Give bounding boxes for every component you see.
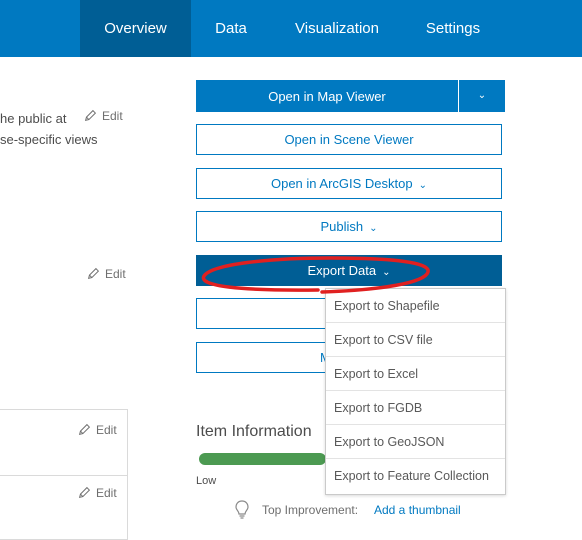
description-text-line2: se-specific views [0, 132, 98, 147]
menu-item-export-csv[interactable]: Export to CSV file [326, 323, 505, 357]
menu-item-export-shapefile[interactable]: Export to Shapefile [326, 289, 505, 323]
item-information-progress-bar [199, 453, 326, 465]
export-data-button[interactable]: Export Data ⌄ [196, 255, 502, 286]
chevron-down-icon: ⌄ [418, 180, 427, 191]
publish-label: Publish [320, 219, 364, 234]
edit-label: Edit [102, 109, 123, 123]
chevron-down-icon: ⌄ [369, 223, 378, 234]
edit-label: Edit [105, 267, 126, 281]
edit-section-button[interactable]: Edit [87, 267, 126, 281]
tab-settings[interactable]: Settings [413, 0, 493, 57]
tab-data[interactable]: Data [201, 0, 261, 57]
item-information-level: Low [196, 475, 217, 487]
pencil-icon [78, 423, 91, 436]
chevron-down-icon: ⌄ [382, 267, 391, 278]
menu-item-export-feature-collection[interactable]: Export to Feature Collection [326, 459, 505, 493]
map-viewer-dropdown-toggle[interactable]: ⌄ [458, 80, 505, 112]
open-in-scene-viewer-button[interactable]: Open in Scene Viewer [196, 124, 502, 155]
export-data-menu: Export to Shapefile Export to CSV file E… [325, 288, 506, 495]
tab-visualization[interactable]: Visualization [284, 0, 390, 57]
left-card-2: Edit [0, 475, 128, 540]
top-improvement-label: Top Improvement: [262, 503, 359, 517]
menu-item-export-excel[interactable]: Export to Excel [326, 357, 505, 391]
open-in-map-viewer-button[interactable]: Open in Map Viewer [196, 80, 458, 112]
edit-label: Edit [96, 486, 117, 500]
chevron-down-icon: ⌄ [477, 90, 487, 101]
pencil-icon [84, 109, 97, 122]
publish-button[interactable]: Publish ⌄ [196, 211, 502, 242]
edit-card1-button[interactable]: Edit [78, 423, 117, 437]
open-in-arcgis-desktop-button[interactable]: Open in ArcGIS Desktop ⌄ [196, 168, 502, 199]
pencil-icon [78, 486, 91, 499]
edit-card2-button[interactable]: Edit [78, 486, 117, 500]
edit-label: Edit [96, 423, 117, 437]
left-card-1: Edit [0, 409, 128, 476]
menu-item-export-geojson[interactable]: Export to GeoJSON [326, 425, 505, 459]
item-information-title: Item Information [196, 423, 312, 440]
edit-description-button[interactable]: Edit [84, 109, 123, 123]
tab-overview[interactable]: Overview [80, 0, 191, 57]
pencil-icon [87, 267, 100, 280]
export-data-label: Export Data [307, 263, 377, 278]
description-text-line1: he public at [0, 111, 67, 126]
top-nav-bar: Overview Data Visualization Settings [0, 0, 582, 57]
open-in-arcgis-desktop-label: Open in ArcGIS Desktop [270, 176, 413, 191]
lightbulb-icon [234, 500, 250, 520]
add-thumbnail-link[interactable]: Add a thumbnail [374, 503, 461, 517]
menu-item-export-fgdb[interactable]: Export to FGDB [326, 391, 505, 425]
